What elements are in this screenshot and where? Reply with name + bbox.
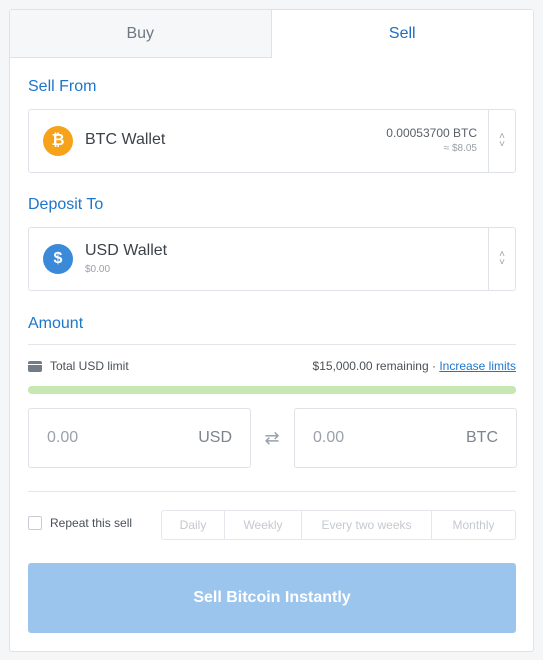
limit-progress-bar xyxy=(28,386,516,394)
select-chevron-icon[interactable]: ˄ ˅ xyxy=(488,110,515,172)
repeat-frequency-group: Daily Weekly Every two weeks Monthly xyxy=(161,510,516,540)
btc-amount-input[interactable]: 0.00 BTC xyxy=(294,408,517,468)
dollar-icon: $ xyxy=(43,244,73,274)
frequency-weekly[interactable]: Weekly xyxy=(225,511,302,539)
sell-from-select[interactable]: ₿ BTC Wallet 0.00053700 BTC ≈ $8.05 ˄ ˅ xyxy=(28,109,516,173)
usd-limit-row: Total USD limit $15,000.00 remaining · I… xyxy=(28,359,516,377)
repeat-sell-option[interactable]: Repeat this sell xyxy=(28,516,132,530)
usd-amount-value: 0.00 xyxy=(47,429,79,446)
sell-card: Buy Sell Sell From ₿ BTC Wallet 0.000537… xyxy=(9,9,534,652)
increase-limits-link[interactable]: Increase limits xyxy=(439,359,516,373)
usd-currency-label: USD xyxy=(198,429,232,446)
amount-divider xyxy=(28,344,516,345)
repeat-divider xyxy=(28,491,516,492)
frequency-every-two-weeks[interactable]: Every two weeks xyxy=(302,511,432,539)
limit-progress-fill xyxy=(28,386,516,394)
frequency-daily[interactable]: Daily xyxy=(162,511,225,539)
deposit-to-select[interactable]: $ USD Wallet $0.00 ˄ ˅ xyxy=(28,227,516,291)
sell-from-fiat-value: ≈ $8.05 xyxy=(443,143,477,154)
sell-bitcoin-button[interactable]: Sell Bitcoin Instantly xyxy=(28,563,516,633)
limit-remaining: $15,000.00 remaining · xyxy=(312,359,436,373)
sell-from-wallet-name: BTC Wallet xyxy=(85,131,166,148)
sell-from-title: Sell From xyxy=(28,78,97,95)
wallet-icon xyxy=(28,361,42,372)
tab-sell[interactable]: Sell xyxy=(271,10,533,58)
limit-label: Total USD limit xyxy=(50,359,129,373)
repeat-sell-label: Repeat this sell xyxy=(50,516,133,530)
frequency-monthly[interactable]: Monthly xyxy=(432,511,515,539)
usd-amount-input[interactable]: 0.00 USD xyxy=(28,408,251,468)
repeat-sell-checkbox[interactable] xyxy=(28,516,42,530)
deposit-to-balance: $0.00 xyxy=(85,264,111,275)
deposit-to-title: Deposit To xyxy=(28,196,104,213)
sell-from-balance: 0.00053700 BTC xyxy=(386,126,477,140)
buy-sell-tabs: Buy Sell xyxy=(10,10,533,58)
swap-arrows-icon[interactable]: ⇄ xyxy=(261,428,283,448)
amount-title: Amount xyxy=(28,315,84,332)
bitcoin-icon: ₿ xyxy=(43,126,73,156)
select-chevron-icon[interactable]: ˄ ˅ xyxy=(488,228,515,290)
deposit-to-wallet-name: USD Wallet xyxy=(85,242,168,259)
btc-amount-value: 0.00 xyxy=(313,429,345,446)
btc-currency-label: BTC xyxy=(466,429,498,446)
tab-buy[interactable]: Buy xyxy=(10,10,272,58)
